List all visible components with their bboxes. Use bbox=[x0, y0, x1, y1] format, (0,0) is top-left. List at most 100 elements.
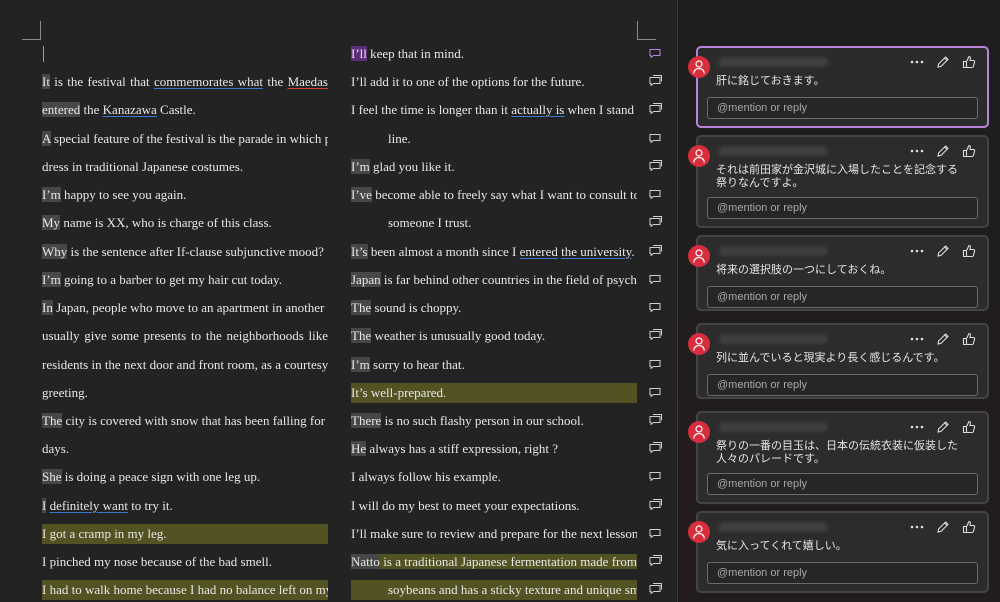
document-text-line[interactable]: someone I trust. bbox=[351, 213, 637, 233]
comment-icon[interactable] bbox=[649, 272, 663, 284]
reply-input[interactable]: @mention or reply bbox=[707, 473, 978, 495]
document-text-line[interactable]: She is doing a peace sign with one leg u… bbox=[42, 467, 328, 487]
document-text-line[interactable]: It is the festival that commemorates wha… bbox=[42, 72, 328, 92]
comment-icon[interactable] bbox=[649, 131, 663, 143]
reply-input[interactable]: @mention or reply bbox=[707, 286, 978, 308]
document-text-line[interactable]: The weather is unusually good today. bbox=[351, 326, 637, 346]
document-text-line[interactable]: I will do my best to meet your expectati… bbox=[351, 496, 637, 516]
document-text-line[interactable]: My name is XX, who is charge of this cla… bbox=[42, 213, 328, 233]
document-text-line[interactable]: I had to walk home because I had no bala… bbox=[42, 580, 328, 600]
sentence-text: greeting. bbox=[42, 385, 88, 400]
sentence-text: is the festival that commemorates what t… bbox=[49, 74, 328, 89]
pencil-icon[interactable] bbox=[935, 54, 951, 70]
comment-card[interactable]: 気に入ってくれて嬉しい。 @mention or reply bbox=[688, 511, 989, 593]
document-text-line[interactable]: I’m glad you like it. bbox=[351, 157, 637, 177]
document-text-line[interactable]: In Japan, people who move to an apartmen… bbox=[42, 298, 328, 318]
document-text-line[interactable]: dress in traditional Japanese costumes. bbox=[42, 157, 328, 177]
sentence-lead: My bbox=[42, 215, 61, 230]
document-text-line[interactable]: Natto is a traditional Japanese fermenta… bbox=[351, 552, 637, 572]
document-text-line[interactable]: days. bbox=[42, 439, 328, 459]
thumbs-up-icon[interactable] bbox=[961, 331, 977, 347]
document-text-line[interactable]: greeting. bbox=[42, 383, 328, 403]
document-text-line[interactable]: I got a cramp in my leg. bbox=[42, 524, 328, 544]
comment-icon[interactable] bbox=[649, 244, 663, 256]
comment-author-redacted bbox=[718, 246, 828, 256]
comment-icon[interactable] bbox=[649, 357, 663, 369]
document-text-line[interactable]: I’ll add it to one of the options for th… bbox=[351, 72, 637, 92]
document-text-line[interactable]: I’ll keep that in mind. bbox=[351, 44, 637, 64]
document-text-line[interactable]: Why is the sentence after If-clause subj… bbox=[42, 242, 328, 262]
comment-icon[interactable] bbox=[649, 74, 663, 86]
document-text-line[interactable]: The city is covered with snow that has b… bbox=[42, 411, 328, 431]
thumbs-up-icon[interactable] bbox=[961, 54, 977, 70]
comment-card[interactable]: 将来の選択肢の一つにしておくね。 @mention or reply bbox=[688, 235, 989, 311]
document-text-line[interactable]: I’m going to a barber to get my hair cut… bbox=[42, 270, 328, 290]
document-text-line[interactable]: soybeans and has a sticky texture and un… bbox=[351, 580, 637, 600]
avatar bbox=[688, 421, 710, 443]
more-options-icon[interactable] bbox=[909, 54, 925, 70]
document-text-line[interactable]: entered the Kanazawa Castle. bbox=[42, 100, 328, 120]
thumbs-up-icon[interactable] bbox=[961, 243, 977, 259]
reply-input[interactable]: @mention or reply bbox=[707, 562, 978, 584]
comment-icon[interactable] bbox=[649, 582, 663, 594]
document-text-line[interactable]: residents in the next door and front roo… bbox=[42, 355, 328, 375]
more-options-icon[interactable] bbox=[909, 243, 925, 259]
document-text-line[interactable]: He always has a stiff expression, right … bbox=[351, 439, 637, 459]
sentence-text: always has a stiff expression, right ? bbox=[366, 441, 558, 456]
pencil-icon[interactable] bbox=[935, 331, 951, 347]
comment-card[interactable]: 祭りの一番の目玉は、日本の伝統衣装に仮装した人々のパレードです。 @mention… bbox=[688, 411, 989, 504]
comment-icon[interactable] bbox=[649, 159, 663, 171]
pencil-icon[interactable] bbox=[935, 243, 951, 259]
thumbs-up-icon[interactable] bbox=[961, 419, 977, 435]
more-options-icon[interactable] bbox=[909, 519, 925, 535]
pencil-icon[interactable] bbox=[935, 519, 951, 535]
comment-icon[interactable] bbox=[649, 413, 663, 425]
comment-card[interactable]: 列に並んでいると現実より長く感じるんです。 @mention or reply bbox=[688, 323, 989, 399]
document-text-line[interactable]: I always follow his example. bbox=[351, 467, 637, 487]
pencil-icon[interactable] bbox=[935, 143, 951, 159]
comment-card[interactable]: それは前田家が金沢城に入場したことを記念する祭りなんですよ。 @mention o… bbox=[688, 135, 989, 228]
comment-icon[interactable] bbox=[649, 385, 663, 397]
document-text-line[interactable]: It’s been almost a month since I entered… bbox=[351, 242, 637, 262]
thumbs-up-icon[interactable] bbox=[961, 519, 977, 535]
comment-icon[interactable] bbox=[649, 102, 663, 114]
document-text-line[interactable]: I definitely want to try it. bbox=[42, 496, 328, 516]
comment-author-redacted bbox=[718, 146, 828, 156]
document-text-line[interactable]: I’m happy to see you again. bbox=[42, 185, 328, 205]
document-text-line[interactable]: I’ll make sure to review and prepare for… bbox=[351, 524, 637, 544]
comment-author-redacted bbox=[718, 334, 828, 344]
comment-icon[interactable] bbox=[649, 469, 663, 481]
comment-icon[interactable] bbox=[649, 46, 663, 58]
document-text-line[interactable]: usually give some presents to the neighb… bbox=[42, 326, 328, 346]
comment-icon[interactable] bbox=[649, 187, 663, 199]
comment-icon[interactable] bbox=[649, 526, 663, 538]
thumbs-up-icon[interactable] bbox=[961, 143, 977, 159]
comment-icon[interactable] bbox=[649, 300, 663, 312]
pencil-icon[interactable] bbox=[935, 419, 951, 435]
more-options-icon[interactable] bbox=[909, 331, 925, 347]
reply-input[interactable]: @mention or reply bbox=[707, 374, 978, 396]
document-text-line[interactable]: Japan is far behind other countries in t… bbox=[351, 270, 637, 290]
document-text-line[interactable]: There is no such flashy person in our sc… bbox=[351, 411, 637, 431]
document-text-line[interactable]: It’s well-prepared. bbox=[351, 383, 637, 403]
comment-card[interactable]: 肝に銘じておきます。 @mention or reply bbox=[688, 46, 989, 128]
comment-icon[interactable] bbox=[649, 215, 663, 227]
document-text-line[interactable]: I feel the time is longer than it actual… bbox=[351, 100, 637, 120]
document-text-line[interactable]: The sound is choppy. bbox=[351, 298, 637, 318]
reply-input[interactable]: @mention or reply bbox=[707, 197, 978, 219]
sentence-lead: The bbox=[351, 328, 372, 343]
document-text-line[interactable]: I pinched my nose because of the bad sme… bbox=[42, 552, 328, 572]
document-text-line[interactable]: line. bbox=[351, 129, 637, 149]
comment-icon[interactable] bbox=[649, 441, 663, 453]
sentence-text: soybeans and has a sticky texture and un… bbox=[388, 582, 637, 597]
more-options-icon[interactable] bbox=[909, 419, 925, 435]
document-text-line[interactable]: I’m sorry to hear that. bbox=[351, 355, 637, 375]
document-text-line[interactable]: I’ve become able to freely say what I wa… bbox=[351, 185, 637, 205]
reply-input[interactable]: @mention or reply bbox=[707, 97, 978, 119]
more-options-icon[interactable] bbox=[909, 143, 925, 159]
document-page[interactable]: It is the festival that commemorates wha… bbox=[0, 0, 676, 602]
comment-icon[interactable] bbox=[649, 554, 663, 566]
comment-icon[interactable] bbox=[649, 328, 663, 340]
comment-icon[interactable] bbox=[649, 498, 663, 510]
document-text-line[interactable]: A special feature of the festival is the… bbox=[42, 129, 328, 149]
